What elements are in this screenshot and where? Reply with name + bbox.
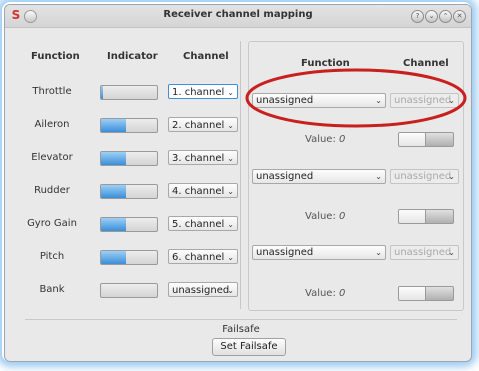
value-label: Value: xyxy=(305,134,336,145)
indicator-bar xyxy=(100,118,158,133)
header-indicator: Indicator xyxy=(107,51,158,62)
set-failsafe-button[interactable]: Set Failsafe xyxy=(212,338,286,356)
function-select[interactable]: unassigned ⌄ xyxy=(252,169,386,184)
function-label: Pitch xyxy=(39,251,65,262)
function-label: Aileron xyxy=(34,119,70,130)
header-channel: Channel xyxy=(183,51,229,62)
value-readout: Value: 0 xyxy=(305,211,345,222)
chevron-down-icon: ⌄ xyxy=(448,248,455,257)
row-pitch: Pitch 6. channel ⌄ xyxy=(17,246,247,268)
chevron-down-icon: ⌄ xyxy=(227,121,234,130)
toggle-knob[interactable] xyxy=(399,287,426,300)
channel-table: Function Indicator Channel Throttle 1. c… xyxy=(17,41,247,309)
channel-value: unassigned xyxy=(394,247,452,258)
toggle-knob[interactable] xyxy=(399,210,426,223)
row-rudder: Rudder 4. channel ⌄ xyxy=(17,180,247,202)
chevron-down-icon: ⌄ xyxy=(448,172,455,181)
channel-value: 5. channel xyxy=(172,219,225,230)
indicator-fill xyxy=(101,152,127,165)
chevron-down-icon: ⌄ xyxy=(227,286,234,295)
channel-value: 2. channel xyxy=(172,120,225,131)
function-label: Elevator xyxy=(31,152,73,163)
function-value: unassigned xyxy=(256,171,314,182)
function-label: Rudder xyxy=(34,185,70,196)
channel-value: 1. channel xyxy=(172,87,225,98)
indicator-fill xyxy=(101,86,103,99)
annotation-oval xyxy=(245,68,467,128)
indicator-fill xyxy=(101,251,127,264)
channel-value: unassigned xyxy=(394,171,452,182)
toggle-switch[interactable] xyxy=(398,286,454,301)
toggle-switch[interactable] xyxy=(398,209,454,224)
indicator-bar xyxy=(100,151,158,166)
chevron-down-icon: ⌄ xyxy=(227,154,234,163)
row-bank: Bank unassigned ⌄ xyxy=(17,279,247,301)
channel-select[interactable]: unassigned ⌄ xyxy=(390,169,459,184)
value-label: Value: xyxy=(305,211,336,222)
channel-select[interactable]: 6. channel ⌄ xyxy=(168,249,238,264)
highlight-ellipse xyxy=(245,68,467,128)
channel-value: 3. channel xyxy=(172,153,225,164)
indicator-fill xyxy=(101,185,127,198)
channel-select[interactable]: 2. channel ⌄ xyxy=(168,117,238,132)
function-value: unassigned xyxy=(256,247,314,258)
function-label: Gyro Gain xyxy=(27,218,77,229)
failsafe-section: Failsafe Set Failsafe xyxy=(25,319,457,358)
channel-select[interactable]: 3. channel ⌄ xyxy=(168,150,238,165)
function-label: Throttle xyxy=(32,86,72,97)
channel-value: unassigned xyxy=(172,285,230,296)
indicator-fill xyxy=(101,119,127,132)
value-number: 0 xyxy=(339,134,346,145)
window-title: Receiver channel mapping xyxy=(163,9,313,20)
failsafe-label: Failsafe xyxy=(222,324,260,335)
channel-select[interactable]: unassigned ⌄ xyxy=(390,245,459,260)
channel-value: 6. channel xyxy=(172,252,225,263)
maximize-icon[interactable]: ⌃ xyxy=(439,10,452,23)
toggle-knob[interactable] xyxy=(399,133,426,146)
function-select[interactable]: unassigned ⌄ xyxy=(252,245,386,260)
indicator-bar xyxy=(100,217,158,232)
close-icon[interactable]: ✕ xyxy=(453,10,466,23)
channel-select[interactable]: unassigned ⌄ xyxy=(168,282,238,297)
chevron-down-icon: ⌄ xyxy=(375,172,382,181)
chevron-down-icon: ⌄ xyxy=(227,253,234,262)
indicator-bar xyxy=(100,85,158,100)
row-gyro-gain: Gyro Gain 5. channel ⌄ xyxy=(17,213,247,235)
row-elevator: Elevator 3. channel ⌄ xyxy=(17,147,247,169)
indicator-bar xyxy=(100,283,158,298)
channel-select[interactable]: 4. channel ⌄ xyxy=(168,183,238,198)
value-number: 0 xyxy=(339,211,346,222)
chevron-down-icon: ⌄ xyxy=(227,220,234,229)
chevron-down-icon: ⌄ xyxy=(227,88,234,97)
indicator-bar xyxy=(100,250,158,265)
row-aileron: Aileron 2. channel ⌄ xyxy=(17,114,247,136)
title-bar: S Receiver channel mapping ? ⌄ ⌃ ✕ xyxy=(5,5,471,28)
indicator-fill xyxy=(101,218,127,231)
value-readout: Value: 0 xyxy=(305,288,345,299)
toggle-switch[interactable] xyxy=(398,132,454,147)
value-readout: Value: 0 xyxy=(305,134,345,145)
channel-value: 4. channel xyxy=(172,186,225,197)
value-number: 0 xyxy=(339,288,346,299)
chevron-down-icon: ⌄ xyxy=(375,248,382,257)
header-function: Function xyxy=(31,51,80,62)
minimize-icon[interactable]: ⌄ xyxy=(425,10,438,23)
value-label: Value: xyxy=(305,288,336,299)
row-throttle: Throttle 1. channel ⌄ xyxy=(17,81,247,103)
dialog-window: S Receiver channel mapping ? ⌄ ⌃ ✕ Funct… xyxy=(4,4,472,362)
function-label: Bank xyxy=(39,284,65,295)
channel-select[interactable]: 5. channel ⌄ xyxy=(168,216,238,231)
channel-select[interactable]: 1. channel ⌄ xyxy=(168,84,238,99)
indicator-bar xyxy=(100,184,158,199)
chevron-down-icon: ⌄ xyxy=(227,187,234,196)
help-icon[interactable]: ? xyxy=(411,10,424,23)
